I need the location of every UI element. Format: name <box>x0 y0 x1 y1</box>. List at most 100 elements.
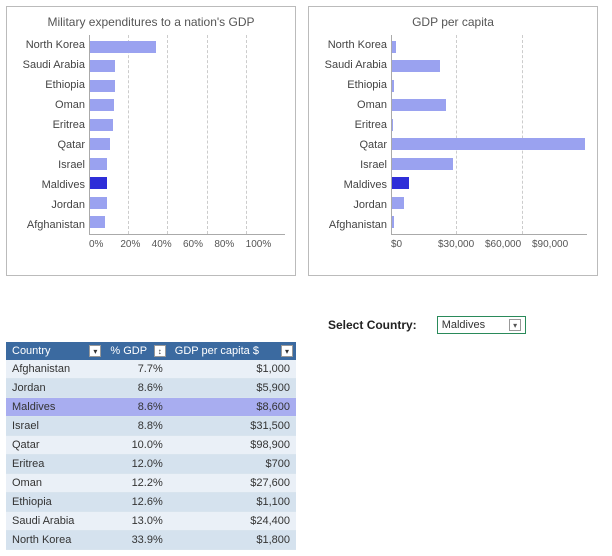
select-country-label: Select Country: <box>328 318 417 332</box>
category-label: Oman <box>319 96 387 114</box>
category-label: North Korea <box>319 36 387 54</box>
category-label: Qatar <box>319 136 387 154</box>
sort-icon[interactable]: ↕ <box>154 345 166 357</box>
bar <box>90 216 105 228</box>
country-selector: Select Country: Maldives ▾ <box>328 316 598 334</box>
category-label: Israel <box>17 156 85 174</box>
category-label: Afghanistan <box>17 216 85 234</box>
bar <box>90 119 113 131</box>
filter-icon[interactable]: ▾ <box>281 345 293 357</box>
cell-gdp: $5,900 <box>169 379 296 398</box>
col-pct-gdp[interactable]: % GDP↕ <box>104 342 168 360</box>
table-row[interactable]: North Korea33.9%$1,800 <box>6 531 296 550</box>
cell-country: North Korea <box>6 531 104 550</box>
bar <box>90 138 110 150</box>
bar <box>392 177 409 189</box>
cell-gdp: $8,600 <box>169 398 296 417</box>
cell-gdp: $1,000 <box>169 360 296 379</box>
y-axis-labels: North KoreaSaudi ArabiaEthiopiaOmanEritr… <box>319 35 391 235</box>
x-axis-labels: 0%20%40%60%80%100% <box>93 239 285 250</box>
cell-country: Maldives <box>6 398 104 417</box>
table-row[interactable]: Oman12.2%$27,600 <box>6 474 296 493</box>
col-country[interactable]: Country▾ <box>6 342 104 360</box>
table-row[interactable]: Jordan8.6%$5,900 <box>6 379 296 398</box>
country-dropdown[interactable]: Maldives ▾ <box>437 316 526 334</box>
y-axis-labels: North KoreaSaudi ArabiaEthiopiaOmanEritr… <box>17 35 89 235</box>
chart-bars <box>392 35 587 234</box>
table-row[interactable]: Maldives8.6%$8,600 <box>6 398 296 417</box>
category-label: Israel <box>319 156 387 174</box>
category-label: Saudi Arabia <box>17 56 85 74</box>
cell-pct: 13.0% <box>104 512 168 531</box>
cell-pct: 8.6% <box>104 379 168 398</box>
chart-gdp-per-capita: GDP per capita North KoreaSaudi ArabiaEt… <box>308 6 598 276</box>
cell-country: Eritrea <box>6 455 104 474</box>
bar <box>90 177 107 189</box>
table-header-row: Country▾ % GDP↕ GDP per capita $▾ <box>6 342 296 360</box>
table-row[interactable]: Saudi Arabia13.0%$24,400 <box>6 512 296 531</box>
cell-gdp: $27,600 <box>169 474 296 493</box>
cell-pct: 8.6% <box>104 398 168 417</box>
table-row[interactable]: Ethiopia12.6%$1,100 <box>6 493 296 512</box>
cell-gdp: $98,900 <box>169 436 296 455</box>
cell-gdp: $1,800 <box>169 531 296 550</box>
col-gdp-capita[interactable]: GDP per capita $▾ <box>169 342 296 360</box>
category-label: Afghanistan <box>319 216 387 234</box>
category-label: Ethiopia <box>17 76 85 94</box>
bar <box>392 158 453 170</box>
bar <box>392 216 394 228</box>
category-label: Jordan <box>319 196 387 214</box>
bar <box>90 60 115 72</box>
bar <box>90 41 156 53</box>
category-label: Saudi Arabia <box>319 56 387 74</box>
cell-gdp: $31,500 <box>169 417 296 436</box>
cell-pct: 8.8% <box>104 417 168 436</box>
cell-country: Saudi Arabia <box>6 512 104 531</box>
x-tick: $90,000 <box>532 239 587 250</box>
bar <box>90 80 115 92</box>
cell-country: Afghanistan <box>6 360 104 379</box>
cell-country: Ethiopia <box>6 493 104 512</box>
bar <box>90 158 107 170</box>
x-tick: 100% <box>246 239 285 250</box>
cell-pct: 7.7% <box>104 360 168 379</box>
cell-country: Qatar <box>6 436 104 455</box>
dropdown-value: Maldives <box>442 319 485 331</box>
category-label: North Korea <box>17 36 85 54</box>
cell-pct: 12.6% <box>104 493 168 512</box>
cell-pct: 12.0% <box>104 455 168 474</box>
cell-gdp: $700 <box>169 455 296 474</box>
x-axis-labels: $0$30,000$60,000$90,000 <box>395 239 587 250</box>
chart-military-gdp: Military expenditures to a nation's GDP … <box>6 6 296 276</box>
category-label: Qatar <box>17 136 85 154</box>
cell-country: Oman <box>6 474 104 493</box>
table-row[interactable]: Israel8.8%$31,500 <box>6 417 296 436</box>
chart-title: GDP per capita <box>319 15 587 29</box>
cell-country: Jordan <box>6 379 104 398</box>
table-row[interactable]: Eritrea12.0%$700 <box>6 455 296 474</box>
data-table: Country▾ % GDP↕ GDP per capita $▾ Afghan… <box>6 342 296 550</box>
category-label: Maldives <box>319 176 387 194</box>
cell-pct: 12.2% <box>104 474 168 493</box>
cell-gdp: $1,100 <box>169 493 296 512</box>
bar <box>90 99 114 111</box>
bar <box>392 197 404 209</box>
table-row[interactable]: Qatar10.0%$98,900 <box>6 436 296 455</box>
bar <box>392 60 440 72</box>
filter-icon[interactable]: ▾ <box>89 345 101 357</box>
category-label: Eritrea <box>319 116 387 134</box>
bar <box>392 41 396 53</box>
bar <box>392 80 394 92</box>
chevron-down-icon: ▾ <box>509 319 521 331</box>
category-label: Jordan <box>17 196 85 214</box>
category-label: Oman <box>17 96 85 114</box>
category-label: Maldives <box>17 176 85 194</box>
bar <box>392 138 585 150</box>
cell-country: Israel <box>6 417 104 436</box>
bar <box>392 99 446 111</box>
chart-title: Military expenditures to a nation's GDP <box>17 15 285 29</box>
table-row[interactable]: Afghanistan7.7%$1,000 <box>6 360 296 379</box>
table-body: Afghanistan7.7%$1,000Jordan8.6%$5,900Mal… <box>6 360 296 550</box>
chart-bars <box>90 35 285 234</box>
cell-gdp: $24,400 <box>169 512 296 531</box>
